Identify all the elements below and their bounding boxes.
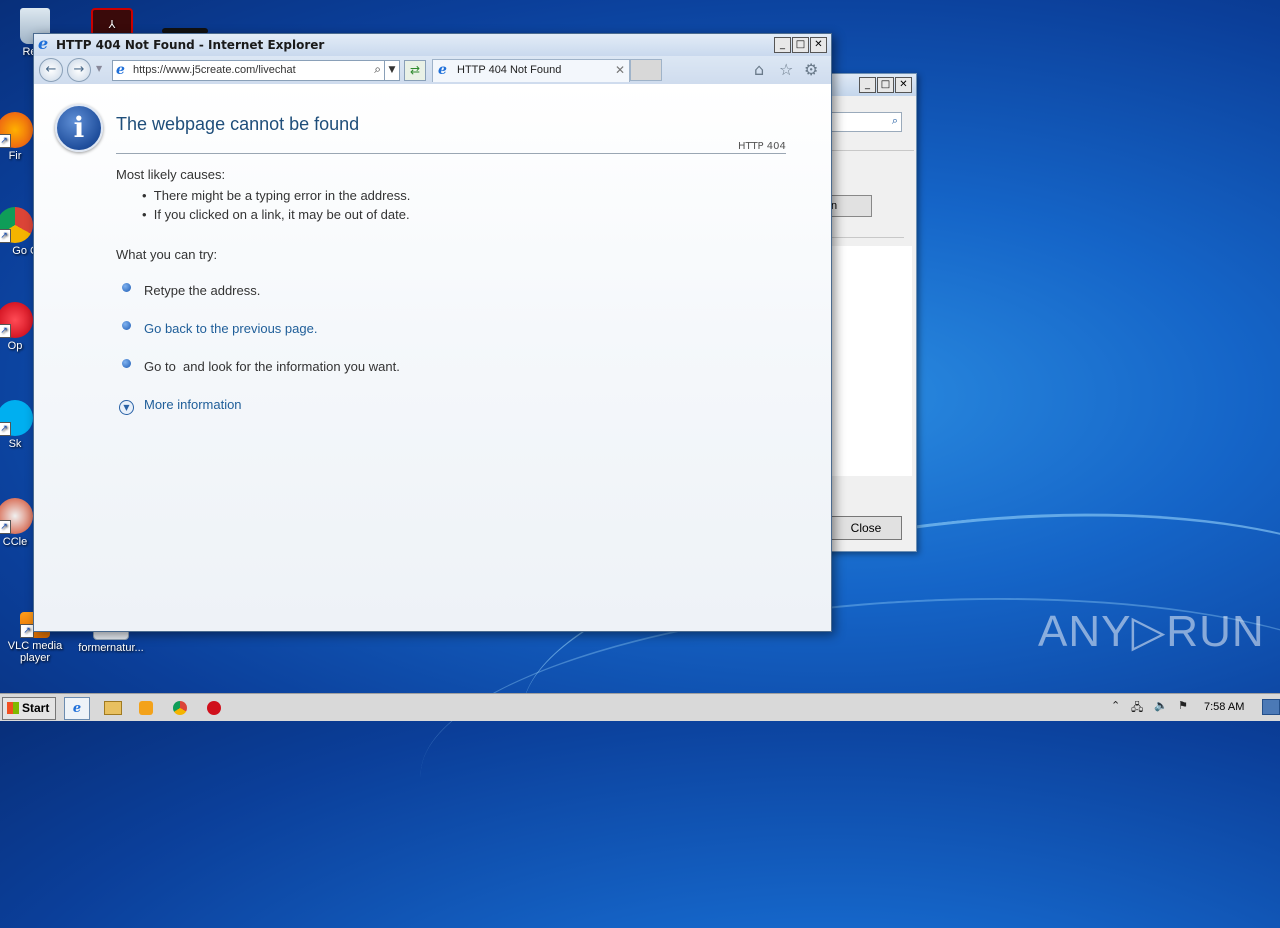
desktop-icon-label: VLC media player	[7, 640, 63, 664]
desktop-icon-label: Fir	[8, 150, 22, 162]
taskbar-opera-button[interactable]	[202, 697, 226, 718]
show-desktop-button[interactable]	[1262, 699, 1280, 715]
opera-icon	[207, 700, 221, 715]
new-tab-button[interactable]	[630, 59, 662, 81]
forward-button[interactable]: →	[67, 58, 91, 82]
shortcut-arrow-icon: ↗	[0, 422, 11, 436]
dialog-search-field[interactable]: ⌕	[830, 112, 902, 132]
shortcut-arrow-icon: ↗	[0, 134, 11, 148]
ie-window: e HTTP 404 Not Found - Internet Explorer…	[33, 33, 832, 632]
arrow-left-icon: ←	[45, 62, 57, 77]
info-icon: i	[55, 104, 103, 152]
action-center-flag-icon[interactable]: ⚑	[1178, 699, 1188, 712]
dialog-close-button[interactable]: Close	[830, 516, 902, 540]
ie-navbar: ← → ▼ e https://www.j5create.com/livecha…	[34, 56, 831, 85]
refresh-button[interactable]: ⇄	[404, 60, 426, 81]
folder-icon	[104, 700, 122, 715]
address-input[interactable]: https://www.j5create.com/livechat	[133, 64, 296, 76]
shortcut-arrow-icon: ↗	[0, 229, 11, 243]
error-code: HTTP 404	[738, 141, 786, 152]
start-button[interactable]: Start	[2, 697, 56, 720]
clock[interactable]: 7:58 AM	[1204, 701, 1244, 713]
try-item-goto: Go to and look for the information you w…	[144, 359, 400, 374]
back-button[interactable]: ←	[39, 58, 63, 82]
history-dropdown-icon[interactable]: ▼	[96, 64, 102, 73]
go-back-link[interactable]: Go back to the previous page.	[144, 321, 317, 336]
cause-item: • If you clicked on a link, it may be ou…	[142, 207, 410, 222]
media-player-icon	[139, 700, 153, 715]
dialog-separator	[830, 150, 914, 151]
page-content: i The webpage cannot be found HTTP 404 M…	[34, 84, 831, 631]
desktop-icon-label: formernatur...	[78, 642, 144, 654]
windows-logo-icon	[7, 702, 19, 714]
cause-item: • There might be a typing error in the a…	[142, 188, 411, 203]
chrome-icon	[173, 700, 187, 715]
bullet-icon	[122, 359, 131, 368]
dialog-button[interactable]: n	[830, 195, 872, 217]
tab-title: HTTP 404 Not Found	[457, 64, 562, 76]
try-title: What you can try:	[116, 247, 218, 262]
opera-icon: ↗	[0, 302, 33, 338]
maximize-button[interactable]: □	[792, 37, 809, 53]
shortcut-arrow-icon: ↗	[0, 324, 11, 338]
desktop-icon-label: Op	[7, 340, 23, 352]
refresh-icon: ⇄	[409, 63, 421, 77]
internet-explorer-icon: e	[116, 62, 125, 78]
internet-explorer-icon: e	[438, 62, 447, 78]
home-icon[interactable]: ⌂	[754, 60, 764, 79]
taskbar: Start e ⌃ 🖧 🔈 ⚑ 7:58 AM	[0, 693, 1280, 721]
shortcut-arrow-icon: ↗	[20, 624, 34, 638]
minimize-button[interactable]: _	[774, 37, 791, 53]
ie-titlebar[interactable]: e HTTP 404 Not Found - Internet Explorer…	[34, 34, 831, 56]
dialog-white-panel	[830, 246, 912, 476]
internet-explorer-icon: e	[38, 34, 49, 53]
heading-divider	[116, 153, 786, 154]
tray-expand-icon[interactable]: ⌃	[1111, 699, 1120, 712]
causes-title: Most likely causes:	[116, 167, 226, 182]
maximize-button[interactable]: □	[877, 77, 894, 93]
volume-icon[interactable]: 🔈	[1154, 699, 1168, 712]
favorites-star-icon[interactable]: ☆	[779, 60, 793, 79]
window-title: HTTP 404 Not Found - Internet Explorer	[56, 38, 325, 52]
ccleaner-icon: ↗	[0, 498, 33, 534]
taskbar-chrome-button[interactable]	[168, 697, 192, 718]
dialog-separator	[830, 237, 904, 238]
bullet-icon	[122, 283, 131, 292]
page-title: The webpage cannot be found	[116, 114, 360, 134]
try-item-retype: Retype the address.	[144, 283, 261, 298]
bullet-icon	[122, 321, 131, 330]
taskbar-explorer-button[interactable]	[101, 697, 125, 718]
address-bar[interactable]: e https://www.j5create.com/livechat ⌕	[112, 60, 400, 81]
skype-icon: ↗	[0, 400, 33, 436]
arrow-right-icon: →	[73, 62, 85, 77]
taskbar-ie-button[interactable]: e	[64, 697, 90, 720]
desktop-icon-label: Sk	[8, 438, 22, 450]
firefox-icon: ↗	[0, 112, 33, 148]
gear-icon[interactable]: ⚙	[804, 60, 818, 79]
close-window-button[interactable]: ✕	[895, 77, 912, 93]
taskbar-media-button[interactable]	[134, 697, 158, 718]
expand-chevron-icon[interactable]: ▼	[119, 400, 134, 415]
network-icon[interactable]: 🖧	[1131, 699, 1143, 718]
tab-active[interactable]: e HTTP 404 Not Found ✕	[432, 59, 630, 82]
close-window-button[interactable]: ✕	[810, 37, 827, 53]
search-icon: ⌕	[891, 114, 898, 127]
shortcut-arrow-icon: ↗	[0, 520, 11, 534]
search-icon[interactable]: ⌕	[374, 62, 381, 77]
anyrun-watermark: ANY▷RUN	[1038, 607, 1265, 656]
chrome-icon: ↗	[0, 207, 33, 243]
minimize-button[interactable]: _	[859, 77, 876, 93]
address-dropdown-button[interactable]: ▼	[384, 60, 400, 81]
desktop-icon-label: CCle	[2, 536, 28, 548]
internet-explorer-icon: e	[72, 701, 82, 716]
close-tab-icon[interactable]: ✕	[615, 63, 625, 77]
more-information-link[interactable]: More information	[144, 397, 242, 412]
